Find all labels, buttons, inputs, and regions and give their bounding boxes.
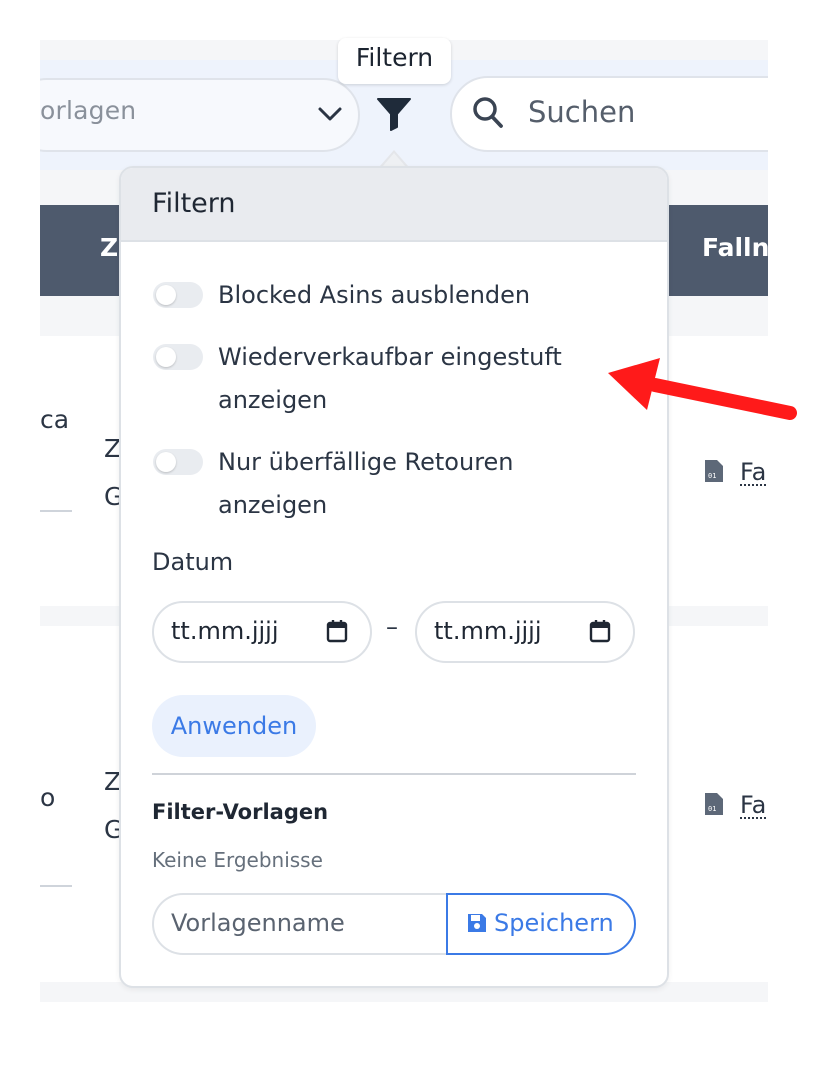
template-name-placeholder: Vorlagenname — [171, 909, 345, 937]
row-divider — [40, 885, 72, 887]
file-icon: 01 — [705, 793, 723, 815]
svg-text:01: 01 — [708, 805, 716, 813]
row-cell-left: ca — [40, 405, 70, 434]
arrow-annotation — [608, 358, 797, 420]
template-select-value: orlagen — [40, 96, 137, 125]
section-divider — [152, 773, 636, 775]
toggle-label-blocked-asins: Blocked Asins ausblenden — [218, 281, 531, 309]
toggle-label-wiederverkaufbar: Wiederverkaufbar eingestuft anzeigen — [218, 343, 562, 414]
column-header-fallnummer[interactable]: Fallnu — [702, 233, 768, 262]
date-label: Datum — [152, 548, 234, 576]
save-icon — [468, 914, 486, 932]
calendar-icon[interactable] — [589, 619, 611, 643]
svg-text:01: 01 — [708, 472, 716, 480]
filter-tooltip: Filtern — [338, 38, 451, 84]
date-from-input[interactable]: tt.mm.jjjj — [152, 601, 372, 663]
calendar-icon[interactable] — [326, 619, 348, 643]
file-link[interactable]: Fa — [740, 793, 767, 819]
date-separator: – — [386, 613, 398, 641]
toggle-knob — [156, 452, 176, 472]
toggle-knob — [156, 285, 176, 305]
save-label: Speichern — [494, 909, 614, 937]
toggle-wiederverkaufbar[interactable] — [153, 344, 203, 370]
filter-templates-empty: Keine Ergebnisse — [152, 848, 323, 872]
popover-caret-fill — [382, 153, 406, 167]
toggle-knob — [156, 347, 176, 367]
filter-popover: Filtern Blocked Asins ausblenden Wiederv… — [119, 166, 669, 988]
date-to-placeholder: tt.mm.jjjj — [434, 617, 542, 645]
chevron-down-icon[interactable] — [316, 102, 344, 126]
date-to-input[interactable]: tt.mm.jjjj — [415, 601, 635, 663]
toggle-blocked-asins[interactable] — [153, 282, 203, 308]
toggle-label-ueberfaellige-retouren: Nur überfällige Retouren anzeigen — [218, 448, 514, 519]
row-divider — [40, 510, 72, 512]
file-icon: 01 — [705, 460, 723, 482]
row-cell-left: o — [40, 783, 56, 812]
search-placeholder: Suchen — [528, 95, 636, 129]
filter-templates-title: Filter-Vorlagen — [152, 800, 329, 824]
file-link[interactable]: Fa — [740, 460, 767, 486]
column-header-z[interactable]: Z — [100, 233, 118, 262]
toggle-ueberfaellige-retouren[interactable] — [153, 449, 203, 475]
popover-title: Filtern — [152, 188, 236, 219]
funnel-icon[interactable] — [375, 96, 413, 132]
apply-button[interactable]: Anwenden — [152, 695, 316, 757]
search-icon — [473, 97, 503, 128]
date-from-placeholder: tt.mm.jjjj — [171, 617, 279, 645]
